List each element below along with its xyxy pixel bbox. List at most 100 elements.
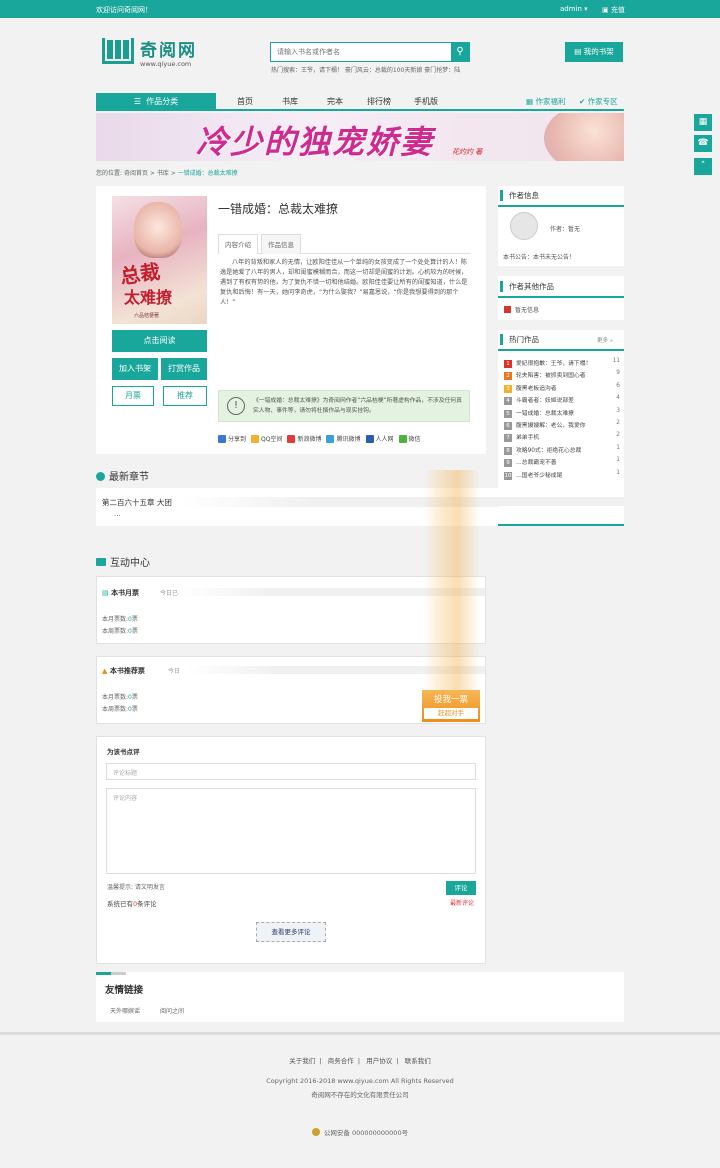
hot-list-item[interactable]: 1 爱妃很抱歉：王爷，请下榻！ 11 <box>504 358 620 368</box>
user-menu[interactable]: admin ▾ <box>560 5 588 13</box>
author-fund-link[interactable]: ▦ 作家福利 <box>526 96 565 107</box>
breadcrumb-prefix: 您的位置: <box>96 170 123 177</box>
hot-list-item[interactable]: 4 斗霸者者：妖姬说部差 4 <box>504 395 620 406</box>
author-name-value[interactable]: 暂无 <box>568 226 580 233</box>
author-info-title: 作者信息 <box>500 190 539 201</box>
author-zone-link[interactable]: ✔ 作家专区 <box>579 96 618 107</box>
qrcode-icon[interactable]: ▦ <box>694 114 712 131</box>
search-input[interactable] <box>271 43 449 61</box>
logo-text: 奇阅网 <box>140 41 197 61</box>
hot-item-title: 腹黑嫂嫂解：老公，我爱你 <box>516 423 586 429</box>
divider <box>498 349 624 351</box>
renren-label: 人人网 <box>375 436 394 443</box>
footer-contact[interactable]: 联系我们 <box>405 1057 431 1065</box>
comment-count: 系统已有0条评论 <box>107 898 157 908</box>
footer-agreement[interactable]: 用户协议 <box>366 1057 392 1065</box>
rec-month-count: 本月票数:0票 <box>102 694 138 701</box>
nav-home[interactable]: 首页 <box>237 96 253 107</box>
charge-link[interactable]: ▣ 充值 <box>602 5 625 15</box>
add-shelf-button[interactable]: 加入书架 <box>112 358 158 380</box>
tab-info[interactable]: 作品信息 <box>261 234 301 254</box>
week-count-label: 本周票数: <box>102 628 129 635</box>
share-qzone[interactable]: QQ空间 <box>251 434 282 443</box>
author-avatar <box>510 212 538 240</box>
read-button[interactable]: 点击阅读 <box>112 330 207 352</box>
search-icon[interactable]: ⚲ <box>451 43 469 61</box>
hot-item-title: 攻略90式：拒绝花心总裁 <box>516 447 582 454</box>
hot-search[interactable]: 热门搜索：王爷，请下榻！ 豪门风云：总裁的100天新娘 豪门抢梦：陆 <box>271 65 460 74</box>
comment-count-prefix: 系统已有 <box>107 900 133 908</box>
footer: 关于我们 | 商务合作 | 用户协议 | 联系我们 Copyright 2016… <box>0 1032 720 1168</box>
friend-link-1[interactable]: 天外哪嫔谣 <box>110 1006 140 1015</box>
hot-item-count: 1 <box>616 469 620 476</box>
hot-list-item[interactable]: 3 腹黑老板追沟者 6 <box>504 383 620 393</box>
side-blank-box <box>498 506 624 526</box>
comment-submit-button[interactable]: 评论 <box>446 881 476 895</box>
top-bar: 欢迎访问奇阅网！ admin ▾ ▣ 充值 <box>0 0 720 18</box>
category-label: 作品分类 <box>146 97 179 106</box>
welcome-text: 欢迎访问奇阅网！ <box>96 6 152 14</box>
qzone-icon <box>251 434 260 443</box>
hot-list-item[interactable]: 5 一错成婚：总裁太难撩 3 <box>504 408 620 418</box>
banner[interactable]: 冷少的独宠娇妻 花灼灼 著 <box>96 113 624 161</box>
hot-list-item[interactable]: 10 …国老爷少秘成尾 1 <box>504 470 620 480</box>
latest-comment-link[interactable]: 最新评论 <box>450 898 474 907</box>
site-logo[interactable]: 奇阅网 www.qiyue.com <box>102 38 195 68</box>
breadcrumb-library[interactable]: 书库 <box>157 170 169 177</box>
nav-library[interactable]: 书库 <box>282 96 298 107</box>
rank-badge: 6 <box>504 422 512 430</box>
no-info-text: 暂无信息 <box>515 307 540 314</box>
latest-chapter-link[interactable]: 第二百六十五章 大团 <box>102 497 172 508</box>
monthly-ticket-title-text: 本书月票 <box>111 589 140 597</box>
clock-icon <box>96 472 105 481</box>
hot-list-item[interactable]: 6 腹黑嫂嫂解：老公，我爱你 2 <box>504 420 620 430</box>
hot-item-count: 4 <box>616 395 620 402</box>
rank-badge: 3 <box>504 384 512 393</box>
hot-list-item[interactable]: 7 弟弟手机 2 <box>504 432 620 443</box>
company-name: 奇阅网不存在的文化有限责任公司 <box>311 1091 409 1099</box>
category-menu-button[interactable]: ☰ 作品分类 <box>96 93 216 111</box>
latest-title-text: 最新章节 <box>109 472 149 483</box>
author-label: 作者： <box>550 226 569 233</box>
recommend-ticket-title: ▲ 本书推荐票 <box>102 666 145 676</box>
my-bookshelf-button[interactable]: ▤ 我的书架 <box>565 42 623 62</box>
reward-button[interactable]: 打赏作品 <box>161 358 207 380</box>
footer-business[interactable]: 商务合作 <box>328 1057 354 1065</box>
hot-item-title: 弟弟手机 <box>516 435 540 442</box>
breadcrumb-home[interactable]: 奇阅首页 <box>124 170 148 177</box>
nav-mobile[interactable]: 手机版 <box>414 96 438 107</box>
hot-item-count: 2 <box>616 420 620 426</box>
rec-week-label: 本周票数: <box>102 706 129 713</box>
cover-title-2: 太难撩 <box>124 288 173 307</box>
hot-more-link[interactable]: 更多 » <box>597 336 613 344</box>
monthly-ticket-button[interactable]: 月票 <box>112 386 154 406</box>
hot-list-item[interactable]: 9 …总裁霸宠不善 1 <box>504 457 620 468</box>
back-to-top-icon[interactable]: ˄ <box>694 158 712 175</box>
vote-button[interactable]: 投我一票 赶超对手 <box>422 690 480 722</box>
share-renren[interactable]: 人人网 <box>365 434 394 443</box>
hot-item-title: 一错成婚：总裁太难撩 <box>516 410 574 417</box>
tab-intro[interactable]: 内容介绍 <box>218 234 258 254</box>
footer-links: 关于我们 | 商务合作 | 用户协议 | 联系我们 <box>289 1057 431 1065</box>
hot-list-item[interactable]: 8 攻略90式：拒绝花心总裁 1 <box>504 445 620 455</box>
nav-finished[interactable]: 完本 <box>327 96 343 107</box>
comment-content-textarea[interactable]: 评论内容 <box>106 788 476 874</box>
book-cover[interactable]: 总裁 太难撩 六品桔梗著 <box>112 196 207 324</box>
service-icon[interactable]: ☎ <box>694 135 712 152</box>
friend-link-2[interactable]: 阅问之间 <box>160 1006 184 1015</box>
more-comments-button[interactable]: 查看更多评论 <box>256 922 326 942</box>
rec-month-label: 本月票数: <box>102 694 129 701</box>
hot-item-title: …国老爷少秘成尾 <box>516 472 563 479</box>
footer-about[interactable]: 关于我们 <box>289 1057 315 1065</box>
share-wechat[interactable]: 微信 <box>398 434 421 443</box>
share-weibo[interactable]: 新浪微博 <box>287 434 321 443</box>
recommend-button[interactable]: 推荐 <box>163 386 207 406</box>
icp-record[interactable]: 公网安备 000000000000号 <box>0 1127 720 1137</box>
nav-ranking[interactable]: 排行榜 <box>367 96 391 107</box>
comment-title-input[interactable]: 评论标题 <box>106 763 476 780</box>
truck-icon <box>96 558 106 566</box>
share-tencent-weibo[interactable]: 腾讯微博 <box>326 434 361 443</box>
notice-value: 本书未无公告！ <box>533 254 576 261</box>
hot-list-item[interactable]: 2 轮夫陷害：被抓卖到国心者 9 <box>504 370 620 381</box>
vote-label: 投我一票 <box>433 695 468 705</box>
